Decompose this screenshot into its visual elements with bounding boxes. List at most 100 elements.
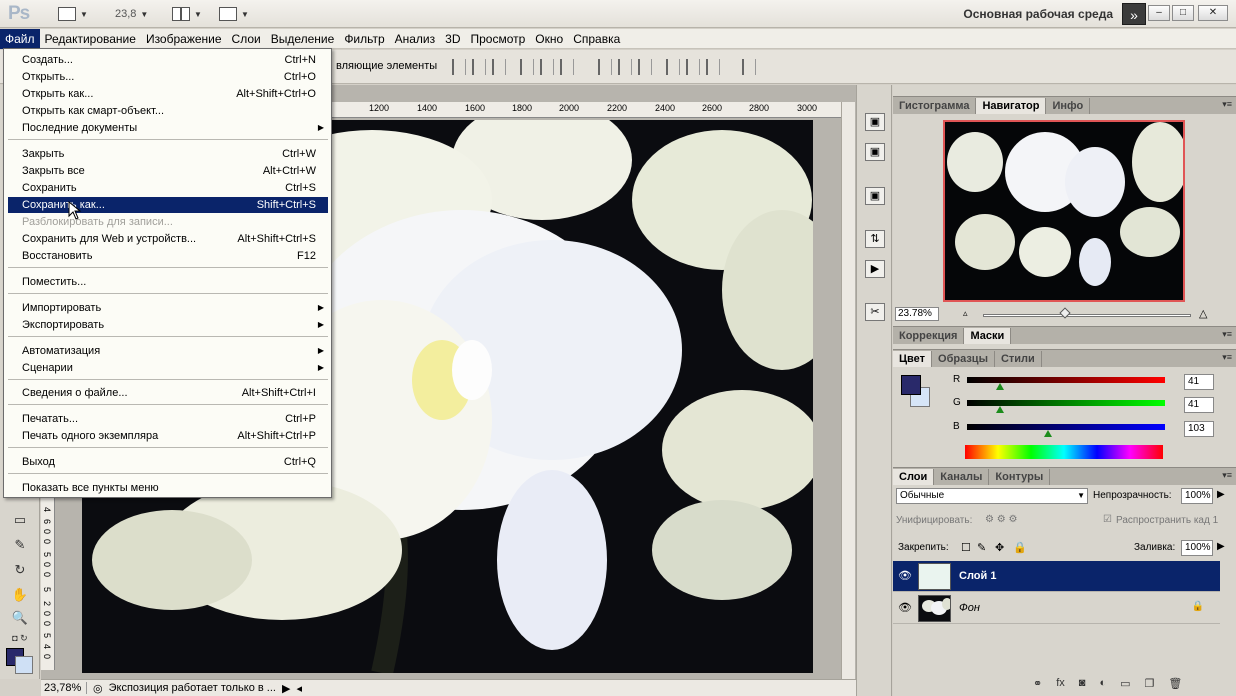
menu-item-new[interactable]: Создать... Ctrl+N xyxy=(8,52,328,68)
menu-item-open[interactable]: Открыть... Ctrl+O xyxy=(8,69,328,85)
distribute-left-icon[interactable] xyxy=(666,59,680,75)
menu-item-import[interactable]: Импортировать ▶ xyxy=(8,300,328,316)
menu-item-open-as[interactable]: Открыть как... Alt+Shift+Ctrl+O xyxy=(8,86,328,102)
blue-value-field[interactable]: 103 xyxy=(1184,421,1214,437)
tab-histogram[interactable]: Гистограмма xyxy=(893,98,977,114)
menu-item-export[interactable]: Экспортировать ▶ xyxy=(8,317,328,333)
workspace-expand-button[interactable]: » xyxy=(1122,3,1146,25)
fx-icon[interactable]: fx xyxy=(1056,677,1065,690)
actions-panel-icon[interactable]: ▶ xyxy=(865,260,885,278)
menu-item-file-info[interactable]: Сведения о файле... Alt+Shift+Ctrl+I xyxy=(8,385,328,401)
screen-mode-control[interactable]: ▼ xyxy=(58,6,88,22)
status-arrow-icon[interactable]: ▶ xyxy=(282,682,290,695)
swap-colors-icon[interactable]: ◘ ↻ xyxy=(8,628,32,648)
distribute-vcenter-icon[interactable] xyxy=(618,59,632,75)
tab-color[interactable]: Цвет xyxy=(893,351,933,367)
menu-item-print-one-copy[interactable]: Печать одного экземпляра Alt+Shift+Ctrl+P xyxy=(8,428,328,444)
menu-edit[interactable]: Редактирование xyxy=(40,29,141,49)
tool-presets-icon[interactable]: ✂ xyxy=(865,303,885,321)
tab-layers[interactable]: Слои xyxy=(893,469,935,485)
zoom-out-icon[interactable]: ▵ xyxy=(963,308,968,319)
red-slider-knob[interactable] xyxy=(996,383,1004,390)
menu-item-open-smart-object[interactable]: Открыть как смарт-объект... xyxy=(8,103,328,119)
menu-item-show-all[interactable]: Показать все пункты меню xyxy=(8,480,328,496)
status-info-icon[interactable]: ◎ xyxy=(93,682,103,695)
blue-slider[interactable] xyxy=(967,424,1165,430)
tab-masks[interactable]: Маски xyxy=(964,328,1012,344)
link-layers-icon[interactable]: ⚭ xyxy=(1033,677,1042,690)
background-color-swatch[interactable] xyxy=(15,656,33,674)
tab-adjustments[interactable]: Коррекция xyxy=(893,328,965,344)
menu-item-close-all[interactable]: Закрыть все Alt+Ctrl+W xyxy=(8,163,328,179)
menu-item-close[interactable]: Закрыть Ctrl+W xyxy=(8,146,328,162)
align-left-icon[interactable] xyxy=(520,59,534,75)
lock-transparent-icon[interactable]: ☐ xyxy=(961,541,971,554)
green-value-field[interactable]: 41 xyxy=(1184,397,1214,413)
hand-tool-icon[interactable]: ✋ xyxy=(8,585,32,605)
eye-icon[interactable]: 👁 xyxy=(897,569,913,583)
distribute-right-icon[interactable] xyxy=(706,59,720,75)
screen-control[interactable]: ▼ xyxy=(219,6,249,22)
foreground-color-swatch[interactable] xyxy=(901,375,921,395)
workspace-label[interactable]: Основная рабочая среда xyxy=(963,7,1113,21)
panel-menu-icon[interactable]: ▾≡ xyxy=(1222,470,1232,481)
trash-icon[interactable]: 🗑 xyxy=(1168,677,1182,690)
unify-icons[interactable]: ⚙ ⚙ ⚙ xyxy=(985,514,1017,525)
panel-menu-icon[interactable]: ▾≡ xyxy=(1222,99,1232,110)
status-zoom[interactable]: 23,78% xyxy=(41,682,87,694)
eye-icon[interactable]: 👁 xyxy=(897,601,913,615)
blue-slider-knob[interactable] xyxy=(1044,430,1052,437)
align-right-icon[interactable] xyxy=(560,59,574,75)
maximize-button[interactable]: □ xyxy=(1172,5,1194,21)
clone-source-icon[interactable]: ⇅ xyxy=(865,230,885,248)
distribute-hcenter-icon[interactable] xyxy=(686,59,700,75)
distribute-top-icon[interactable] xyxy=(598,59,612,75)
distribute-bottom-icon[interactable] xyxy=(638,59,652,75)
menu-select[interactable]: Выделение xyxy=(266,29,340,49)
new-group-icon[interactable]: ▭ xyxy=(1120,677,1130,690)
history-panel-icon[interactable]: ▣ xyxy=(865,113,885,131)
minimize-button[interactable]: – xyxy=(1148,5,1170,21)
navigator-thumbnail[interactable] xyxy=(943,120,1185,302)
lock-pixels-icon[interactable]: ✎ xyxy=(977,541,986,554)
tab-paths[interactable]: Контуры xyxy=(989,469,1051,485)
eyedropper-tool-icon[interactable]: ✎ xyxy=(8,535,32,555)
tab-swatches[interactable]: Образцы xyxy=(932,351,995,367)
menu-item-place[interactable]: Поместить... xyxy=(8,274,328,290)
navigator-zoom-field[interactable]: 23.78% xyxy=(895,307,939,321)
menu-item-exit[interactable]: Выход Ctrl+Q xyxy=(8,454,328,470)
menu-item-automate[interactable]: Автоматизация ▶ xyxy=(8,343,328,359)
add-mask-icon[interactable]: ◙ xyxy=(1079,677,1086,690)
lock-all-icon[interactable]: 🔒 xyxy=(1013,541,1027,554)
menu-item-save-for-web[interactable]: Сохранить для Web и устройств... Alt+Shif… xyxy=(8,231,328,247)
menu-item-scripts[interactable]: Сценарии ▶ xyxy=(8,360,328,376)
menu-item-save-as[interactable]: Сохранить как... Shift+Ctrl+S xyxy=(8,197,328,213)
tab-styles[interactable]: Стили xyxy=(995,351,1042,367)
scroll-left-icon[interactable]: ◂ xyxy=(296,682,302,695)
adjustment-layer-icon[interactable]: ◐ xyxy=(1099,677,1106,690)
zoom-tool-icon[interactable]: 🔍 xyxy=(8,608,32,628)
align-hcenter-icon[interactable] xyxy=(540,59,554,75)
menu-layers[interactable]: Слои xyxy=(227,29,266,49)
fill-field[interactable]: 100% xyxy=(1181,540,1213,556)
auto-align-icon[interactable] xyxy=(742,59,756,75)
brushes-panel-icon[interactable]: ▣ xyxy=(865,187,885,205)
opacity-field[interactable]: 100% xyxy=(1181,488,1213,504)
menu-help[interactable]: Справка xyxy=(568,29,625,49)
vertical-scrollbar[interactable] xyxy=(841,102,855,679)
layer-row[interactable]: 👁 Слой 1 xyxy=(893,561,1220,592)
close-button[interactable]: ✕ xyxy=(1198,5,1228,21)
zoom-control[interactable]: 23,8 ▼ xyxy=(115,6,148,22)
lasso-tool-icon[interactable]: ↻ xyxy=(8,560,32,580)
menu-item-save[interactable]: Сохранить Ctrl+S xyxy=(8,180,328,196)
fill-arrow-icon[interactable]: ▶ xyxy=(1217,541,1225,552)
menu-view[interactable]: Просмотр xyxy=(465,29,530,49)
menu-image[interactable]: Изображение xyxy=(141,29,227,49)
show-transform-controls-label[interactable]: вляющие элементы xyxy=(336,60,437,72)
menu-window[interactable]: Окно xyxy=(530,29,568,49)
menu-item-recent[interactable]: Последние документы ▶ xyxy=(8,120,328,136)
align-bottom-icon[interactable] xyxy=(492,59,506,75)
opacity-arrow-icon[interactable]: ▶ xyxy=(1217,489,1225,500)
align-vcenter-icon[interactable] xyxy=(472,59,486,75)
red-value-field[interactable]: 41 xyxy=(1184,374,1214,390)
